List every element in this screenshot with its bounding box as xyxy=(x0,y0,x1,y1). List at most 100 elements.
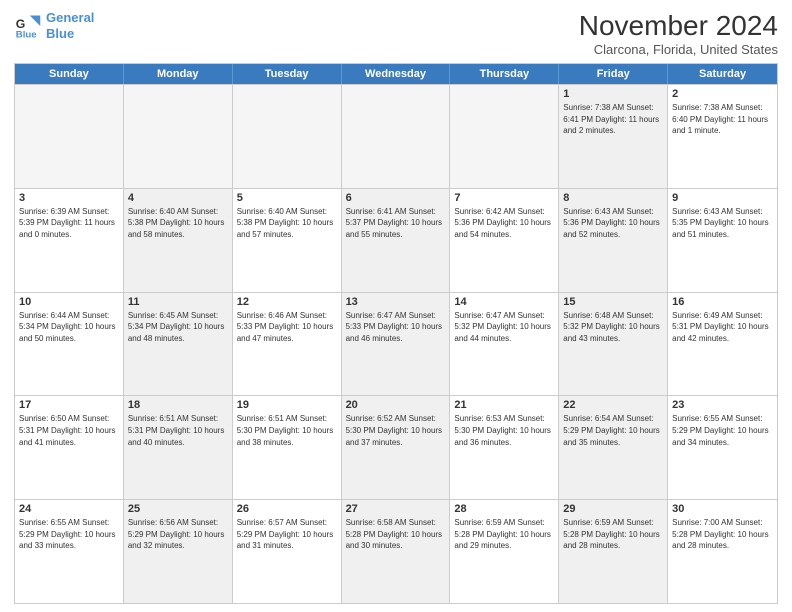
day-number: 6 xyxy=(346,192,446,204)
cell-info: Sunrise: 6:55 AM Sunset: 5:29 PM Dayligh… xyxy=(672,413,773,448)
day-number: 17 xyxy=(19,399,119,411)
day-number: 2 xyxy=(672,88,773,100)
header-monday: Monday xyxy=(124,64,233,84)
cell-info: Sunrise: 6:53 AM Sunset: 5:30 PM Dayligh… xyxy=(454,413,554,448)
cal-cell: 1 Sunrise: 7:38 AM Sunset: 6:41 PM Daylig… xyxy=(559,85,668,188)
cal-cell: 22 Sunrise: 6:54 AM Sunset: 5:29 PM Dayli… xyxy=(559,396,668,499)
day-number: 16 xyxy=(672,296,773,308)
cal-cell xyxy=(233,85,342,188)
day-number: 28 xyxy=(454,503,554,515)
day-number: 4 xyxy=(128,192,228,204)
cell-info: Sunrise: 7:38 AM Sunset: 6:40 PM Dayligh… xyxy=(672,102,773,137)
cell-info: Sunrise: 6:48 AM Sunset: 5:32 PM Dayligh… xyxy=(563,310,663,345)
day-number: 20 xyxy=(346,399,446,411)
cell-info: Sunrise: 6:41 AM Sunset: 5:37 PM Dayligh… xyxy=(346,206,446,241)
cal-cell: 14 Sunrise: 6:47 AM Sunset: 5:32 PM Dayli… xyxy=(450,293,559,396)
cal-cell: 2 Sunrise: 7:38 AM Sunset: 6:40 PM Daylig… xyxy=(668,85,777,188)
cal-cell: 29 Sunrise: 6:59 AM Sunset: 5:28 PM Dayli… xyxy=(559,500,668,603)
day-number: 24 xyxy=(19,503,119,515)
day-number: 5 xyxy=(237,192,337,204)
cal-cell xyxy=(15,85,124,188)
header: G Blue General Blue November 2024 Clarco… xyxy=(14,10,778,57)
cal-cell: 9Sunrise: 6:43 AM Sunset: 5:35 PM Daylig… xyxy=(668,189,777,292)
day-number: 26 xyxy=(237,503,337,515)
cal-cell: 7 Sunrise: 6:42 AM Sunset: 5:36 PM Daylig… xyxy=(450,189,559,292)
cell-info: Sunrise: 6:56 AM Sunset: 5:29 PM Dayligh… xyxy=(128,517,228,552)
header-sunday: Sunday xyxy=(15,64,124,84)
cell-info: Sunrise: 6:51 AM Sunset: 5:31 PM Dayligh… xyxy=(128,413,228,448)
cal-week-5: 24 Sunrise: 6:55 AM Sunset: 5:29 PM Dayli… xyxy=(15,499,777,603)
cell-info: Sunrise: 7:38 AM Sunset: 6:41 PM Dayligh… xyxy=(563,102,663,137)
day-number: 23 xyxy=(672,399,773,411)
day-number: 15 xyxy=(563,296,663,308)
cal-cell: 25 Sunrise: 6:56 AM Sunset: 5:29 PM Dayli… xyxy=(124,500,233,603)
day-number: 29 xyxy=(563,503,663,515)
day-number: 25 xyxy=(128,503,228,515)
cal-cell: 5 Sunrise: 6:40 AM Sunset: 5:38 PM Daylig… xyxy=(233,189,342,292)
cal-cell: 6 Sunrise: 6:41 AM Sunset: 5:37 PM Daylig… xyxy=(342,189,451,292)
logo-text: General Blue xyxy=(46,10,94,41)
day-number: 10 xyxy=(19,296,119,308)
cell-info: Sunrise: 6:47 AM Sunset: 5:32 PM Dayligh… xyxy=(454,310,554,345)
cell-info: Sunrise: 6:45 AM Sunset: 5:34 PM Dayligh… xyxy=(128,310,228,345)
cal-cell: 28 Sunrise: 6:59 AM Sunset: 5:28 PM Dayli… xyxy=(450,500,559,603)
day-number: 11 xyxy=(128,296,228,308)
cell-info: Sunrise: 6:51 AM Sunset: 5:30 PM Dayligh… xyxy=(237,413,337,448)
cell-info: Sunrise: 6:52 AM Sunset: 5:30 PM Dayligh… xyxy=(346,413,446,448)
cell-info: Sunrise: 6:49 AM Sunset: 5:31 PM Dayligh… xyxy=(672,310,773,345)
cell-info: Sunrise: 6:57 AM Sunset: 5:29 PM Dayligh… xyxy=(237,517,337,552)
cell-info: Sunrise: 6:44 AM Sunset: 5:34 PM Dayligh… xyxy=(19,310,119,345)
day-number: 13 xyxy=(346,296,446,308)
page: G Blue General Blue November 2024 Clarco… xyxy=(0,0,792,612)
cell-info: Sunrise: 6:59 AM Sunset: 5:28 PM Dayligh… xyxy=(563,517,663,552)
header-wednesday: Wednesday xyxy=(342,64,451,84)
cal-week-3: 10 Sunrise: 6:44 AM Sunset: 5:34 PM Dayli… xyxy=(15,292,777,396)
cal-cell: 30 Sunrise: 7:00 AM Sunset: 5:28 PM Dayli… xyxy=(668,500,777,603)
day-number: 21 xyxy=(454,399,554,411)
month-title: November 2024 xyxy=(579,10,778,42)
svg-text:Blue: Blue xyxy=(16,29,37,40)
day-number: 30 xyxy=(672,503,773,515)
cal-cell: 16 Sunrise: 6:49 AM Sunset: 5:31 PM Dayli… xyxy=(668,293,777,396)
cal-week-1: 1 Sunrise: 7:38 AM Sunset: 6:41 PM Daylig… xyxy=(15,84,777,188)
cal-cell: 15 Sunrise: 6:48 AM Sunset: 5:32 PM Dayli… xyxy=(559,293,668,396)
cal-cell: 24 Sunrise: 6:55 AM Sunset: 5:29 PM Dayli… xyxy=(15,500,124,603)
cal-cell: 8 Sunrise: 6:43 AM Sunset: 5:36 PM Daylig… xyxy=(559,189,668,292)
day-number: 12 xyxy=(237,296,337,308)
cell-info: Sunrise: 6:55 AM Sunset: 5:29 PM Dayligh… xyxy=(19,517,119,552)
cell-info: Sunrise: 6:43 AM Sunset: 5:36 PM Dayligh… xyxy=(563,206,663,241)
cal-cell: 26 Sunrise: 6:57 AM Sunset: 5:29 PM Dayli… xyxy=(233,500,342,603)
cell-info: Sunrise: 6:40 AM Sunset: 5:38 PM Dayligh… xyxy=(237,206,337,241)
cell-info: Sunrise: 6:54 AM Sunset: 5:29 PM Dayligh… xyxy=(563,413,663,448)
cell-info: Sunrise: 6:47 AM Sunset: 5:33 PM Dayligh… xyxy=(346,310,446,345)
header-saturday: Saturday xyxy=(668,64,777,84)
location: Clarcona, Florida, United States xyxy=(579,42,778,57)
calendar: Sunday Monday Tuesday Wednesday Thursday… xyxy=(14,63,778,604)
cal-cell: 13 Sunrise: 6:47 AM Sunset: 5:33 PM Dayli… xyxy=(342,293,451,396)
day-number: 27 xyxy=(346,503,446,515)
day-number: 19 xyxy=(237,399,337,411)
cal-cell: 21 Sunrise: 6:53 AM Sunset: 5:30 PM Dayli… xyxy=(450,396,559,499)
cal-cell: 11 Sunrise: 6:45 AM Sunset: 5:34 PM Dayli… xyxy=(124,293,233,396)
cell-info: Sunrise: 6:39 AM Sunset: 5:39 PM Dayligh… xyxy=(19,206,119,241)
day-number: 7 xyxy=(454,192,554,204)
cell-info: Sunrise: 6:46 AM Sunset: 5:33 PM Dayligh… xyxy=(237,310,337,345)
cal-cell xyxy=(124,85,233,188)
cal-cell xyxy=(450,85,559,188)
cell-info: Sunrise: 7:00 AM Sunset: 5:28 PM Dayligh… xyxy=(672,517,773,552)
day-number: 22 xyxy=(563,399,663,411)
logo: G Blue General Blue xyxy=(14,10,94,41)
day-number: 8 xyxy=(563,192,663,204)
title-area: November 2024 Clarcona, Florida, United … xyxy=(579,10,778,57)
day-number: 1 xyxy=(563,88,663,100)
cell-info: Sunrise: 6:59 AM Sunset: 5:28 PM Dayligh… xyxy=(454,517,554,552)
cell-info: Sunrise: 6:43 AM Sunset: 5:35 PM Dayligh… xyxy=(672,206,773,241)
day-number: 14 xyxy=(454,296,554,308)
cal-cell: 27Sunrise: 6:58 AM Sunset: 5:28 PM Dayli… xyxy=(342,500,451,603)
cal-cell: 12 Sunrise: 6:46 AM Sunset: 5:33 PM Dayli… xyxy=(233,293,342,396)
cell-info: Sunrise: 6:42 AM Sunset: 5:36 PM Dayligh… xyxy=(454,206,554,241)
cal-cell: 19 Sunrise: 6:51 AM Sunset: 5:30 PM Dayli… xyxy=(233,396,342,499)
calendar-header: Sunday Monday Tuesday Wednesday Thursday… xyxy=(15,64,777,84)
cal-cell: 23 Sunrise: 6:55 AM Sunset: 5:29 PM Dayli… xyxy=(668,396,777,499)
header-tuesday: Tuesday xyxy=(233,64,342,84)
